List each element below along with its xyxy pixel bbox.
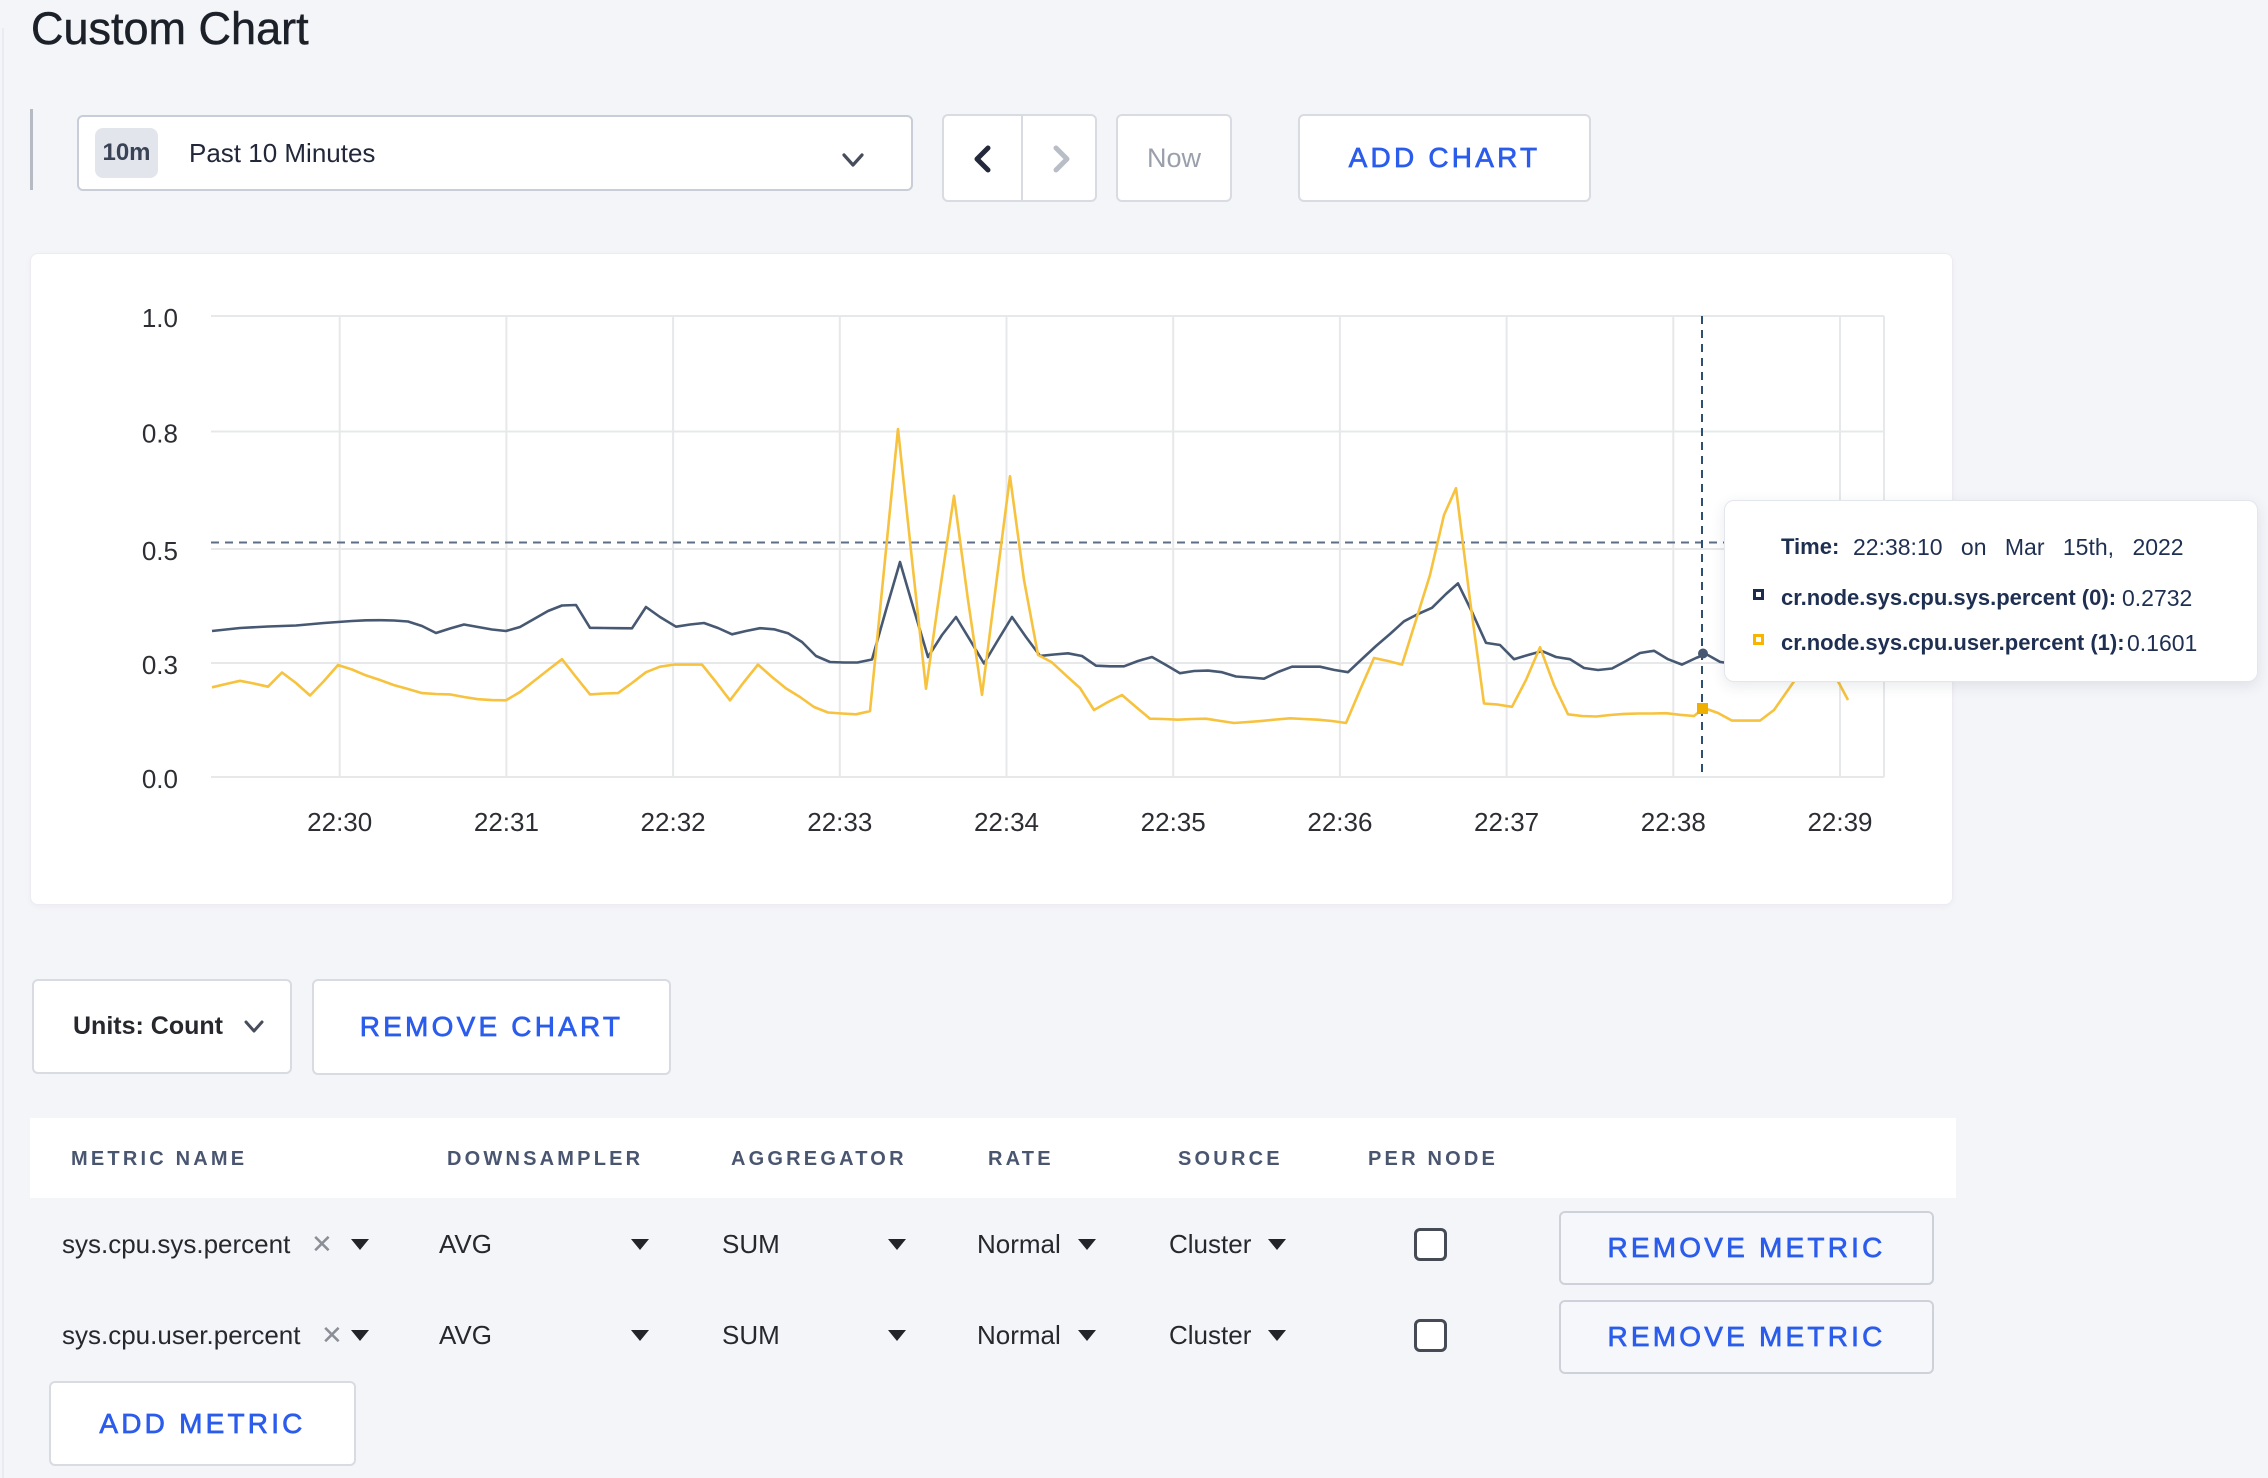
svg-text:22:32: 22:32 [641, 807, 706, 837]
svg-text:0.8: 0.8 [142, 419, 178, 449]
svg-text:22:33: 22:33 [807, 807, 872, 837]
svg-text:22:38: 22:38 [1641, 807, 1706, 837]
svg-text:22:39: 22:39 [1807, 807, 1872, 837]
svg-text:0.0: 0.0 [142, 764, 178, 794]
svg-text:22:31: 22:31 [474, 807, 539, 837]
svg-text:22:35: 22:35 [1141, 807, 1206, 837]
svg-text:0.5: 0.5 [142, 536, 178, 566]
svg-text:22:36: 22:36 [1307, 807, 1372, 837]
svg-text:0.3: 0.3 [142, 650, 178, 680]
svg-text:22:30: 22:30 [307, 807, 372, 837]
svg-text:22:37: 22:37 [1474, 807, 1539, 837]
svg-text:1.0: 1.0 [142, 303, 178, 333]
svg-text:22:34: 22:34 [974, 807, 1039, 837]
